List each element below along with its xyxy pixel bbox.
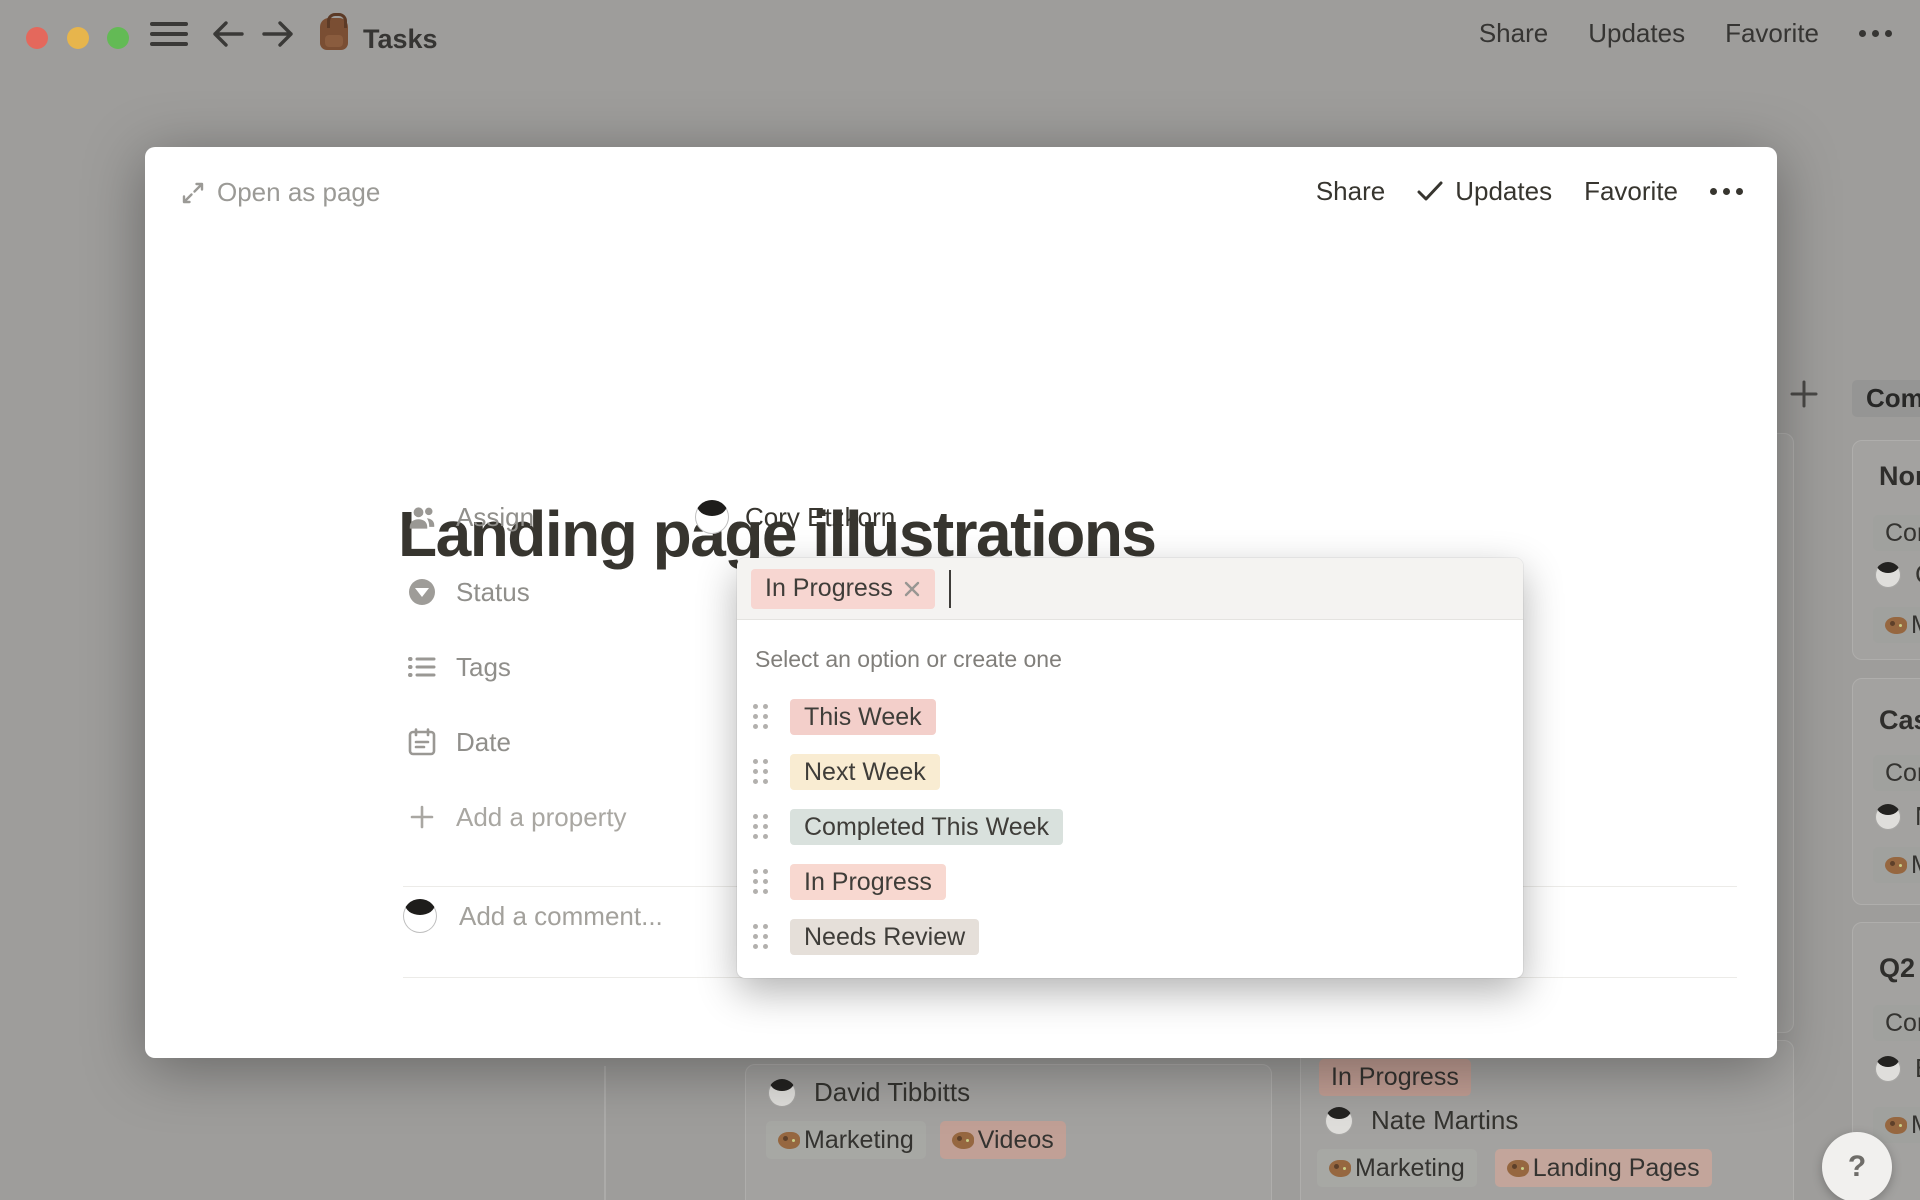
property-row-assign[interactable]: Assign	[408, 495, 534, 539]
card-title: Q2 r	[1879, 953, 1920, 983]
tag-landing-pages: Landing Pages	[1494, 1149, 1712, 1187]
add-column-plus-icon[interactable]	[1789, 379, 1819, 409]
card-status-chip: Con	[1873, 755, 1920, 791]
open-as-page-icon	[181, 181, 205, 205]
tag-marketing: Marketing	[1317, 1149, 1477, 1187]
add-property-button[interactable]: Add a property	[408, 795, 627, 839]
board-card-right-2[interactable]: Cas Con N M	[1852, 678, 1920, 905]
plus-icon	[408, 803, 436, 831]
back-arrow-icon[interactable]	[212, 19, 244, 49]
option-completed-this-week[interactable]: Completed This Week	[737, 805, 1523, 849]
avatar-current-user	[403, 899, 437, 933]
palette-emoji-icon	[1506, 1159, 1529, 1177]
modal-updates-button[interactable]: Updates	[1417, 176, 1552, 207]
titlebar-actions: Share Updates Favorite	[1479, 0, 1892, 66]
drag-handle-icon[interactable]	[753, 704, 768, 730]
topbar-more-icon[interactable]	[1859, 29, 1892, 37]
column-header-completed[interactable]: Com	[1852, 380, 1920, 417]
remove-tag-icon[interactable]	[903, 580, 921, 598]
avatar-cory	[695, 500, 729, 534]
help-question-mark: ?	[1847, 1150, 1867, 1183]
card-status-chip: Con	[1873, 1005, 1920, 1041]
option-chip: Completed This Week	[790, 809, 1064, 845]
card-status-chip: Con	[1873, 515, 1920, 551]
assign-value[interactable]: Cory Etzkorn	[695, 495, 895, 539]
close-window-button[interactable]	[26, 27, 48, 49]
status-chip-in-progress: In Progress	[1319, 1059, 1471, 1096]
tag-videos: Videos	[939, 1121, 1066, 1159]
option-needs-review[interactable]: Needs Review	[737, 915, 1523, 959]
option-next-week[interactable]: Next Week	[737, 750, 1523, 794]
palette-emoji-icon	[951, 1131, 974, 1149]
page-emoji-backpack-icon	[320, 13, 348, 50]
notion-window: Tasks Share Updates Favorite David Tibbi…	[0, 0, 1920, 1200]
card-assignee: C	[1915, 559, 1920, 590]
forward-arrow-icon[interactable]	[262, 19, 294, 49]
left-card-edge	[604, 1066, 606, 1200]
palette-emoji-icon	[1885, 856, 1907, 874]
drag-handle-icon[interactable]	[753, 759, 768, 785]
option-chip: This Week	[790, 699, 936, 735]
card-assignee: David Tibbitts	[814, 1077, 971, 1107]
board-card-nate[interactable]: In Progress Nate Martins Marketing Landi…	[1300, 1040, 1794, 1200]
option-this-week[interactable]: This Week	[737, 695, 1523, 739]
board-card-right-1[interactable]: Non Con C M	[1852, 440, 1920, 660]
card-assignee: N	[1915, 801, 1920, 832]
modal-more-icon[interactable]	[1710, 187, 1743, 195]
text-cursor	[948, 569, 951, 608]
status-select-dropdown: In Progress Select an option or create o…	[737, 558, 1523, 978]
zoom-window-button[interactable]	[107, 27, 129, 49]
help-button[interactable]: ?	[1822, 1132, 1892, 1200]
breadcrumb-page-title[interactable]: Tasks	[363, 24, 438, 55]
open-as-page-button[interactable]: Open as page	[181, 177, 380, 208]
avatar	[1875, 803, 1901, 830]
dropdown-hint: Select an option or create one	[755, 646, 1062, 672]
card-tag-chip: M	[1873, 607, 1920, 643]
board-card-david[interactable]: David Tibbitts Marketing Videos	[745, 1064, 1272, 1200]
status-select-input[interactable]: In Progress	[737, 558, 1523, 620]
option-chip: Next Week	[790, 754, 940, 790]
calendar-icon	[408, 728, 436, 756]
card-title: Non	[1879, 461, 1920, 491]
add-comment-row[interactable]: Add a comment...	[403, 899, 663, 933]
modal-actions: Share Updates Favorite	[1316, 147, 1743, 235]
option-chip: Needs Review	[790, 919, 980, 955]
comment-placeholder: Add a comment...	[459, 900, 663, 931]
card-tag-chip: M	[1873, 1107, 1920, 1143]
avatar	[1875, 1055, 1901, 1082]
card-assignee: B	[1915, 1053, 1920, 1084]
avatar-david	[768, 1078, 796, 1107]
minimize-window-button[interactable]	[67, 27, 89, 49]
topbar-updates-button[interactable]: Updates	[1588, 18, 1685, 49]
palette-emoji-icon	[1329, 1159, 1351, 1177]
modal-favorite-button[interactable]: Favorite	[1584, 176, 1678, 207]
palette-emoji-icon	[778, 1131, 800, 1149]
card-assignee: Nate Martins	[1371, 1105, 1519, 1135]
card-title: Cas	[1879, 705, 1920, 735]
people-icon	[408, 503, 436, 531]
palette-emoji-icon	[1885, 1116, 1907, 1134]
property-row-tags[interactable]: Tags	[408, 645, 511, 689]
modal-share-button[interactable]: Share	[1316, 176, 1385, 207]
selected-status-chip: In Progress	[751, 568, 935, 609]
option-chip: In Progress	[790, 864, 946, 900]
option-in-progress[interactable]: In Progress	[737, 860, 1523, 904]
card-tag-chip: M	[1873, 847, 1920, 883]
tag-marketing: Marketing	[766, 1121, 926, 1159]
property-row-date[interactable]: Date	[408, 720, 511, 764]
avatar	[1875, 561, 1901, 588]
topbar-share-button[interactable]: Share	[1479, 18, 1548, 49]
window-titlebar: Tasks Share Updates Favorite	[0, 0, 1920, 66]
drag-handle-icon[interactable]	[753, 924, 768, 950]
avatar-nate	[1325, 1106, 1353, 1135]
drag-handle-icon[interactable]	[753, 814, 768, 840]
palette-emoji-icon	[1885, 616, 1907, 634]
property-row-status[interactable]: Status	[408, 570, 530, 614]
sidebar-menu-icon[interactable]	[150, 21, 188, 47]
list-icon	[408, 653, 436, 681]
drag-handle-icon[interactable]	[753, 869, 768, 895]
check-icon	[1417, 180, 1443, 202]
status-dropdown-icon	[408, 578, 436, 606]
topbar-favorite-button[interactable]: Favorite	[1725, 18, 1819, 49]
